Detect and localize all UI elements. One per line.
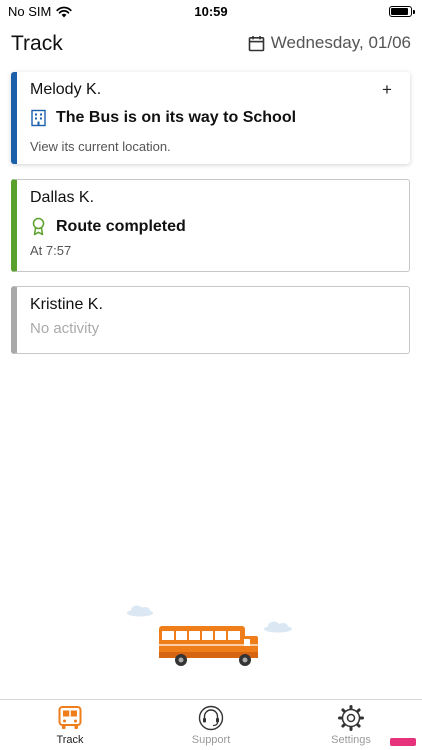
rider-status: The Bus is on its way to School: [30, 109, 296, 127]
date-label: Wednesday, 01/06: [270, 33, 411, 52]
bus-illustration: [127, 605, 292, 666]
cloud-icon: [127, 605, 153, 617]
rider-status: Route completed: [30, 217, 186, 236]
award-ribbon-icon: [32, 217, 45, 236]
rider-status-text: The Bus is on its way to School: [56, 109, 297, 126]
tab-bar: Track Support Settings: [0, 699, 422, 750]
tab-label: Settings: [331, 734, 371, 746]
gear-icon: [338, 705, 364, 731]
battery-icon: [389, 6, 415, 17]
rider-card[interactable]: Melody K. + The Bus is on its way to Sch…: [11, 72, 410, 164]
tab-label: Track: [56, 734, 84, 746]
tab-label: Support: [191, 734, 231, 746]
tab-track[interactable]: Track: [20, 705, 120, 746]
status-bar: No SIM 10:59: [0, 0, 422, 26]
cloud-icon: [264, 621, 292, 633]
rider-subtext: At 7:57: [30, 243, 72, 258]
page-title: Track: [11, 32, 63, 55]
rider-card[interactable]: Kristine K. No activity: [11, 286, 410, 354]
add-button[interactable]: +: [378, 81, 396, 99]
rider-name: Kristine K.: [30, 296, 103, 313]
rider-card[interactable]: Dallas K. Route completed At 7:57: [11, 179, 410, 272]
tab-support[interactable]: Support: [161, 705, 261, 746]
rider-name: Dallas K.: [30, 189, 95, 206]
battery-fill: [391, 8, 409, 15]
clock: 10:59: [194, 4, 228, 19]
date-selector[interactable]: Wednesday, 01/06: [248, 33, 411, 53]
bus-icon: [58, 706, 82, 729]
rider-subtext: No activity: [30, 320, 100, 337]
watermark-badge: [390, 738, 416, 746]
rider-status-text: Route completed: [56, 217, 186, 235]
calendar-icon: [248, 35, 265, 51]
rider-subtext[interactable]: View its current location.: [30, 139, 171, 154]
rider-name: Melody K.: [30, 81, 102, 98]
school-building-icon: [31, 109, 46, 127]
tab-settings[interactable]: Settings: [301, 705, 401, 746]
header: Track Wednesday, 01/06: [0, 30, 422, 60]
headset-icon: [198, 705, 224, 731]
